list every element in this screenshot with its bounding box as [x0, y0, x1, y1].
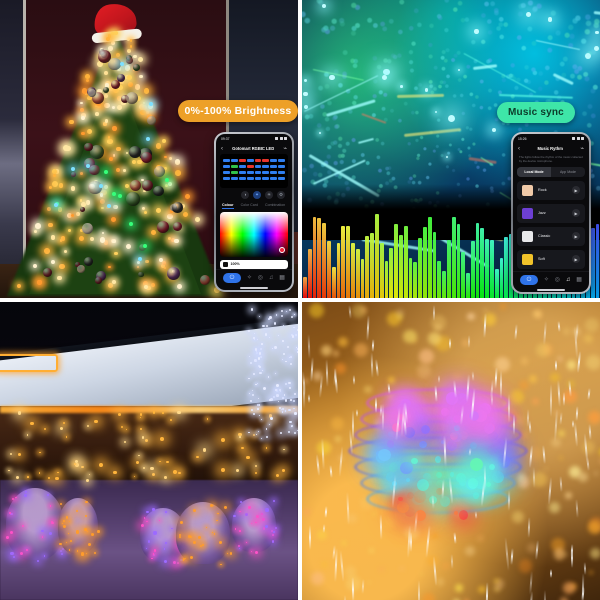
tab-combination[interactable]: Combination — [265, 203, 285, 209]
radio-icon — [522, 230, 533, 242]
list-item[interactable]: Rock ▶ — [517, 180, 585, 200]
phone-notch — [539, 135, 563, 140]
share-icon[interactable]: ⌁ — [283, 146, 287, 152]
feature-collage: 0%-100% Brightness 09:37 ‹ Gotomart RGBI… — [0, 0, 600, 600]
phone-brightness: 09:37 ‹ Gotomart RGBIC LED ⌁ ◑ ✦ ☀ ⚙ Col… — [214, 132, 294, 292]
nav-title: Gotomart RGBIC LED — [232, 146, 275, 151]
status-time: 15:26 — [518, 136, 527, 141]
nav-bar: ‹ Gotomart RGBIC LED ⌁ — [216, 143, 292, 154]
mode-tabs: Local Mode App Mode — [517, 166, 585, 177]
mode-name: Classic — [538, 234, 551, 239]
color-picker[interactable] — [220, 211, 288, 257]
music-mode-list: Rock ▶ Jazz ▶ Classic ▶ Soft ▶ — [517, 180, 585, 269]
phone-notch — [242, 135, 266, 140]
nav-bar: ‹ Music Rythm ⌁ — [513, 143, 589, 154]
tab-more[interactable]: ▦ — [576, 277, 582, 283]
strip-row — [223, 176, 285, 181]
strip-row — [223, 159, 285, 163]
chevron-left-icon[interactable]: ‹ — [518, 146, 520, 152]
tab-scene[interactable]: ◎ — [555, 277, 560, 283]
scene-icon[interactable]: ✦ — [253, 190, 261, 199]
bottom-tab-bar: ⏻ ✧ ◎ ♫ ▦ — [513, 271, 589, 288]
share-icon[interactable]: ⌁ — [580, 146, 584, 152]
chevron-left-icon[interactable]: ‹ — [221, 146, 223, 152]
tab-app-mode[interactable]: App Mode — [551, 167, 585, 177]
settings-icon[interactable]: ⚙ — [277, 190, 285, 199]
bulb-icon[interactable]: ☀ — [265, 190, 273, 199]
status-time: 09:37 — [221, 136, 230, 141]
eave-lights — [0, 406, 298, 413]
list-item[interactable]: Jazz ▶ — [517, 203, 585, 223]
home-indicator — [513, 288, 589, 292]
music-hint: The lights follow the rhythm of the musi… — [519, 155, 583, 164]
brightness-slider[interactable]: 100% — [220, 259, 288, 269]
mode-name: Jazz — [538, 211, 546, 216]
play-icon[interactable]: ▶ — [572, 232, 580, 241]
tab-more[interactable]: ▦ — [279, 275, 285, 281]
picker-handle[interactable] — [279, 246, 285, 253]
phone-music: 15:26 ‹ Music Rythm ⌁ The lights follow … — [511, 132, 591, 294]
rock-hand-icon — [522, 184, 533, 196]
music-screen: The lights follow the rhythm of the musi… — [513, 154, 589, 271]
strip-row — [223, 170, 285, 175]
christmas-tree — [2, 1, 228, 298]
tab-color-card[interactable]: Color Card — [241, 203, 258, 209]
home-indicator — [216, 286, 292, 290]
tab-music[interactable]: ♫ — [269, 275, 274, 281]
section-tabs: Colour Color Card Combination — [220, 201, 288, 212]
brightness-icon — [223, 262, 228, 267]
quick-icon-row: ◑ ✦ ☀ ⚙ — [220, 188, 288, 201]
ribbon-music-sync: Music sync — [497, 102, 575, 123]
ribbon-brightness: 0%-100% Brightness — [178, 100, 298, 122]
tab-power[interactable]: ⏻ — [520, 275, 538, 285]
tab-light[interactable]: ✧ — [247, 275, 252, 281]
tab-light[interactable]: ✧ — [544, 277, 549, 283]
status-icons — [572, 137, 584, 140]
brightness-value: 100% — [230, 262, 240, 267]
panel-timer: Timer Fuction 23:30 OFF 18:46 ON 10:04 ‹… — [0, 302, 298, 600]
panel-brightness: 0%-100% Brightness 09:37 ‹ Gotomart RGBI… — [0, 0, 298, 298]
tab-scene[interactable]: ◎ — [258, 275, 263, 281]
brightness-screen: ◑ ✦ ☀ ⚙ Colour Color Card Combination 10… — [216, 154, 292, 269]
status-icons — [275, 137, 287, 140]
panel-music-sync: Music sync 15:26 ‹ Music Rythm ⌁ The lig… — [302, 0, 600, 298]
list-item[interactable]: Soft ▶ — [517, 249, 585, 269]
list-item[interactable]: Classic ▶ — [517, 226, 585, 246]
bottom-tab-bar: ⏻ ✧ ◎ ♫ ▦ — [216, 269, 292, 286]
tab-local-mode[interactable]: Local Mode — [517, 166, 551, 177]
tab-music[interactable]: ♫ — [566, 277, 571, 283]
panel-waterproof: Water proof 03:58 Cancel Add Save Gradie… — [302, 302, 600, 600]
strip-row — [223, 164, 285, 169]
mode-name: Soft — [538, 257, 545, 262]
tab-colour[interactable]: Colour — [222, 203, 234, 209]
palette-icon[interactable]: ◑ — [241, 190, 249, 199]
swirl-icon — [522, 253, 533, 265]
mode-name: Rock — [538, 188, 547, 193]
play-icon[interactable]: ▶ — [572, 255, 580, 264]
led-strip-preview — [220, 154, 288, 188]
play-icon[interactable]: ▶ — [572, 186, 580, 195]
tab-power[interactable]: ⏻ — [223, 273, 241, 283]
nav-title: Music Rythm — [537, 146, 563, 151]
piano-icon — [522, 207, 533, 219]
play-icon[interactable]: ▶ — [572, 209, 580, 218]
